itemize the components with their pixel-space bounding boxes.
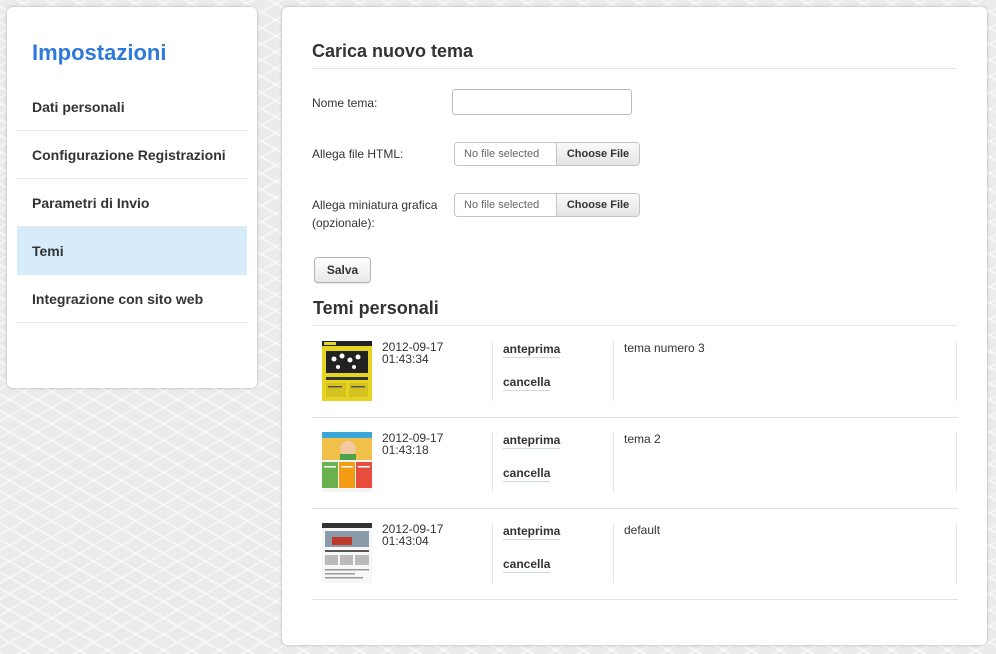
theme-name-label: Nome tema: xyxy=(312,96,378,110)
sidebar-nav: Dati personali Configurazione Registrazi… xyxy=(17,83,247,323)
thumbnail-file-name: No file selected xyxy=(455,194,556,216)
main-panel: Carica nuovo tema Nome tema: Allega file… xyxy=(282,7,987,645)
theme-name: tema 2 xyxy=(624,432,661,446)
sidebar-title: Impostazioni xyxy=(32,40,167,65)
preview-link[interactable]: anteprima xyxy=(503,433,561,449)
thumbnail-file-label: Allega miniatura grafica (opzionale): xyxy=(312,196,437,232)
kids-theme-thumbnail xyxy=(322,432,372,492)
theme-row: 2012-09-17 01:43:04 anteprima cancella de… xyxy=(312,509,958,600)
theme-date: 2012-09-17 01:43:04 xyxy=(382,522,444,548)
themes-section-title: Temi personali xyxy=(313,298,439,318)
delete-link[interactable]: cancella xyxy=(503,557,551,573)
theme-date: 2012-09-17 01:43:34 xyxy=(382,340,444,366)
theme-date: 2012-09-17 01:43:18 xyxy=(382,431,444,457)
sidebar-item-dati-personali[interactable]: Dati personali xyxy=(17,83,247,131)
html-file-picker[interactable]: No file selected Choose File xyxy=(454,142,640,166)
sidebar-item-temi[interactable]: Temi xyxy=(17,227,247,275)
save-button[interactable]: Salva xyxy=(314,257,371,283)
thumbnail-file-picker[interactable]: No file selected Choose File xyxy=(454,193,640,217)
default-theme-thumbnail xyxy=(322,523,372,583)
themes-list: 2012-09-17 01:43:34 anteprima cancella te… xyxy=(312,327,958,600)
upload-section-title: Carica nuovo tema xyxy=(312,41,474,61)
sidebar-item-configurazione-registrazioni[interactable]: Configurazione Registrazioni xyxy=(17,131,247,179)
delete-link[interactable]: cancella xyxy=(503,466,551,482)
sidebar-item-parametri-invio[interactable]: Parametri di Invio xyxy=(17,179,247,227)
title-divider xyxy=(312,68,957,69)
settings-sidebar: Impostazioni Dati personali Configurazio… xyxy=(7,7,257,388)
delete-link[interactable]: cancella xyxy=(503,375,551,391)
html-file-name: No file selected xyxy=(455,143,556,165)
yellow-theme-thumbnail xyxy=(322,341,372,401)
theme-name-input[interactable] xyxy=(452,89,632,115)
theme-name: tema numero 3 xyxy=(624,341,705,355)
thumbnail-choose-file-button[interactable]: Choose File xyxy=(556,194,639,216)
html-choose-file-button[interactable]: Choose File xyxy=(556,143,639,165)
thumbnail-label-line1: Allega miniatura grafica xyxy=(312,198,438,212)
themes-divider xyxy=(312,325,957,326)
theme-row: 2012-09-17 01:43:18 anteprima cancella te… xyxy=(312,418,958,509)
thumbnail-label-line2: (opzionale): xyxy=(312,216,375,230)
sidebar-item-integrazione-sito-web[interactable]: Integrazione con sito web xyxy=(17,275,247,323)
theme-row: 2012-09-17 01:43:34 anteprima cancella te… xyxy=(312,327,958,418)
preview-link[interactable]: anteprima xyxy=(503,342,561,358)
preview-link[interactable]: anteprima xyxy=(503,524,561,540)
html-file-label: Allega file HTML: xyxy=(312,147,404,161)
theme-name: default xyxy=(624,523,661,537)
